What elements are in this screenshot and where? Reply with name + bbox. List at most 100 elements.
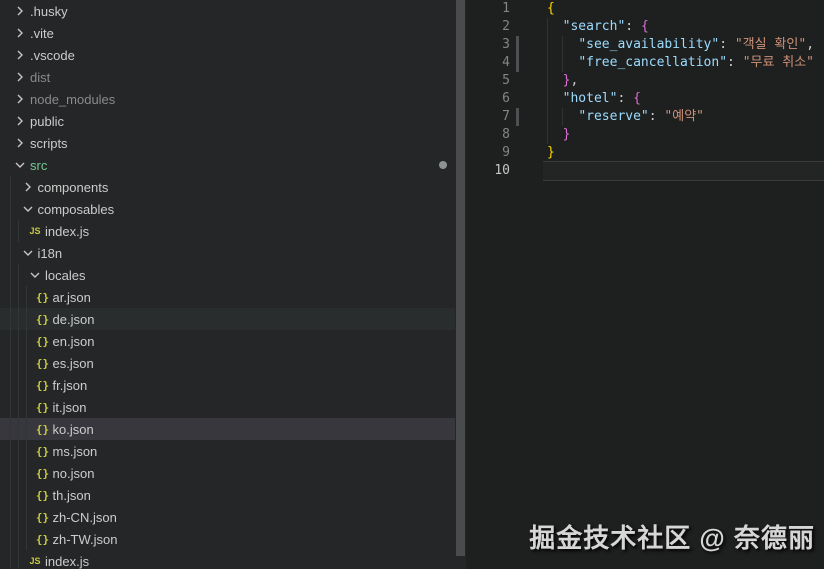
tree-item-label: ko.json — [53, 422, 94, 437]
tree-indent-guide — [18, 484, 19, 506]
modified-badge-dot — [439, 161, 447, 169]
code-token-pt — [547, 55, 578, 70]
tree-indent-guide — [18, 418, 19, 440]
code-content[interactable]: { "search": { "see_availability": "객실 확인… — [547, 0, 824, 180]
code-line[interactable]: "see_availability": "객실 확인", — [547, 36, 824, 54]
tree-item-composables[interactable]: composables — [0, 198, 455, 220]
code-line[interactable]: { — [547, 0, 824, 18]
tree-item-ko.json[interactable]: {}ko.json — [0, 418, 455, 440]
json-icon: {} — [35, 531, 51, 547]
code-editor[interactable]: 12345678910 { "search": { "see_availabil… — [466, 0, 824, 569]
line-number[interactable]: 9 — [466, 144, 510, 162]
tree-item-.husky[interactable]: .husky — [0, 0, 455, 22]
code-line[interactable]: "free_cancellation": "무료 취소" — [547, 54, 824, 72]
json-icon: {} — [35, 399, 51, 415]
tree-item-scripts[interactable]: scripts — [0, 132, 455, 154]
tree-item-no.json[interactable]: {}no.json — [0, 462, 455, 484]
tree-indent-guide — [26, 330, 27, 352]
js-icon: JS — [27, 223, 43, 239]
tree-item-index.js[interactable]: JSindex.js — [0, 220, 455, 242]
chevron-right-icon — [20, 179, 36, 195]
chevron-right-icon — [12, 135, 28, 151]
tree-item-locales[interactable]: locales — [0, 264, 455, 286]
line-number[interactable]: 5 — [466, 72, 510, 90]
tree-item-zh-CN.json[interactable]: {}zh-CN.json — [0, 506, 455, 528]
tree-indent-guide — [18, 462, 19, 484]
code-line[interactable] — [547, 162, 824, 180]
tree-item-node_modules[interactable]: node_modules — [0, 88, 455, 110]
code-token-pt — [547, 127, 563, 142]
code-token-pt — [547, 91, 563, 106]
tree-item-label: node_modules — [30, 92, 115, 107]
tree-item-index.js[interactable]: JSindex.js — [0, 550, 455, 569]
code-line[interactable]: "hotel": { — [547, 90, 824, 108]
tree-indent-guide — [18, 308, 19, 330]
line-number[interactable]: 10 — [466, 162, 510, 180]
tree-indent-guide — [10, 396, 11, 418]
json-icon: {} — [35, 355, 51, 371]
tree-indent-guide — [18, 286, 19, 308]
code-token-pt — [547, 73, 563, 88]
tree-item-it.json[interactable]: {}it.json — [0, 396, 455, 418]
chevron-right-icon — [12, 25, 28, 41]
chevron-down-icon — [20, 201, 36, 217]
tree-item-i18n[interactable]: i18n — [0, 242, 455, 264]
tree-indent-guide — [18, 220, 19, 242]
tree-indent-guide — [26, 528, 27, 550]
tree-item-label: en.json — [53, 334, 95, 349]
code-token-b1: { — [547, 1, 555, 16]
tree-indent-guide — [10, 506, 11, 528]
tree-item-ms.json[interactable]: {}ms.json — [0, 440, 455, 462]
tree-item-es.json[interactable]: {}es.json — [0, 352, 455, 374]
tree-item-label: no.json — [53, 466, 95, 481]
json-icon: {} — [35, 443, 51, 459]
tree-indent-guide — [10, 440, 11, 462]
tree-item-dist[interactable]: dist — [0, 66, 455, 88]
tree-item-ar.json[interactable]: {}ar.json — [0, 286, 455, 308]
tree-item-en.json[interactable]: {}en.json — [0, 330, 455, 352]
line-number[interactable]: 1 — [466, 0, 510, 18]
line-number[interactable]: 7 — [466, 108, 510, 126]
tree-item-de.json[interactable]: {}de.json — [0, 308, 455, 330]
chevron-right-icon — [12, 91, 28, 107]
sidebar-scrollbar-track[interactable] — [455, 0, 466, 569]
tree-indent-guide — [10, 286, 11, 308]
line-number[interactable]: 8 — [466, 126, 510, 144]
code-token-key: "search" — [563, 19, 626, 34]
tree-item-src[interactable]: src — [0, 154, 455, 176]
tree-item-fr.json[interactable]: {}fr.json — [0, 374, 455, 396]
tree-item-public[interactable]: public — [0, 110, 455, 132]
tree-item-th.json[interactable]: {}th.json — [0, 484, 455, 506]
json-icon: {} — [35, 333, 51, 349]
code-token-str: "객실 확인" — [735, 37, 806, 52]
code-line[interactable]: "search": { — [547, 18, 824, 36]
chevron-down-icon — [27, 267, 43, 283]
code-line[interactable]: "reserve": "예약" — [547, 108, 824, 126]
tree-item-components[interactable]: components — [0, 176, 455, 198]
line-number[interactable]: 4 — [466, 54, 510, 72]
line-number[interactable]: 3 — [466, 36, 510, 54]
json-icon: {} — [35, 465, 51, 481]
code-token-key: "hotel" — [563, 91, 618, 106]
json-icon: {} — [35, 421, 51, 437]
tree-indent-guide — [10, 352, 11, 374]
code-line[interactable]: } — [547, 126, 824, 144]
tree-item-.vscode[interactable]: .vscode — [0, 44, 455, 66]
tree-item-label: th.json — [53, 488, 91, 503]
code-line[interactable]: }, — [547, 72, 824, 90]
tree-indent-guide — [10, 176, 11, 198]
line-number[interactable]: 6 — [466, 90, 510, 108]
tree-item-.vite[interactable]: .vite — [0, 22, 455, 44]
line-number[interactable]: 2 — [466, 18, 510, 36]
tree-item-label: it.json — [53, 400, 87, 415]
tree-indent-guide — [18, 352, 19, 374]
code-token-pt — [547, 19, 563, 34]
code-line[interactable]: } — [547, 144, 824, 162]
editor-gutter: 12345678910 — [466, 0, 510, 180]
code-token-pt — [547, 37, 578, 52]
sidebar-scrollbar-thumb[interactable] — [456, 0, 465, 556]
code-token-pt: : — [727, 55, 743, 70]
tree-item-zh-TW.json[interactable]: {}zh-TW.json — [0, 528, 455, 550]
code-token-key: "reserve" — [578, 109, 648, 124]
tree-indent-guide — [18, 396, 19, 418]
